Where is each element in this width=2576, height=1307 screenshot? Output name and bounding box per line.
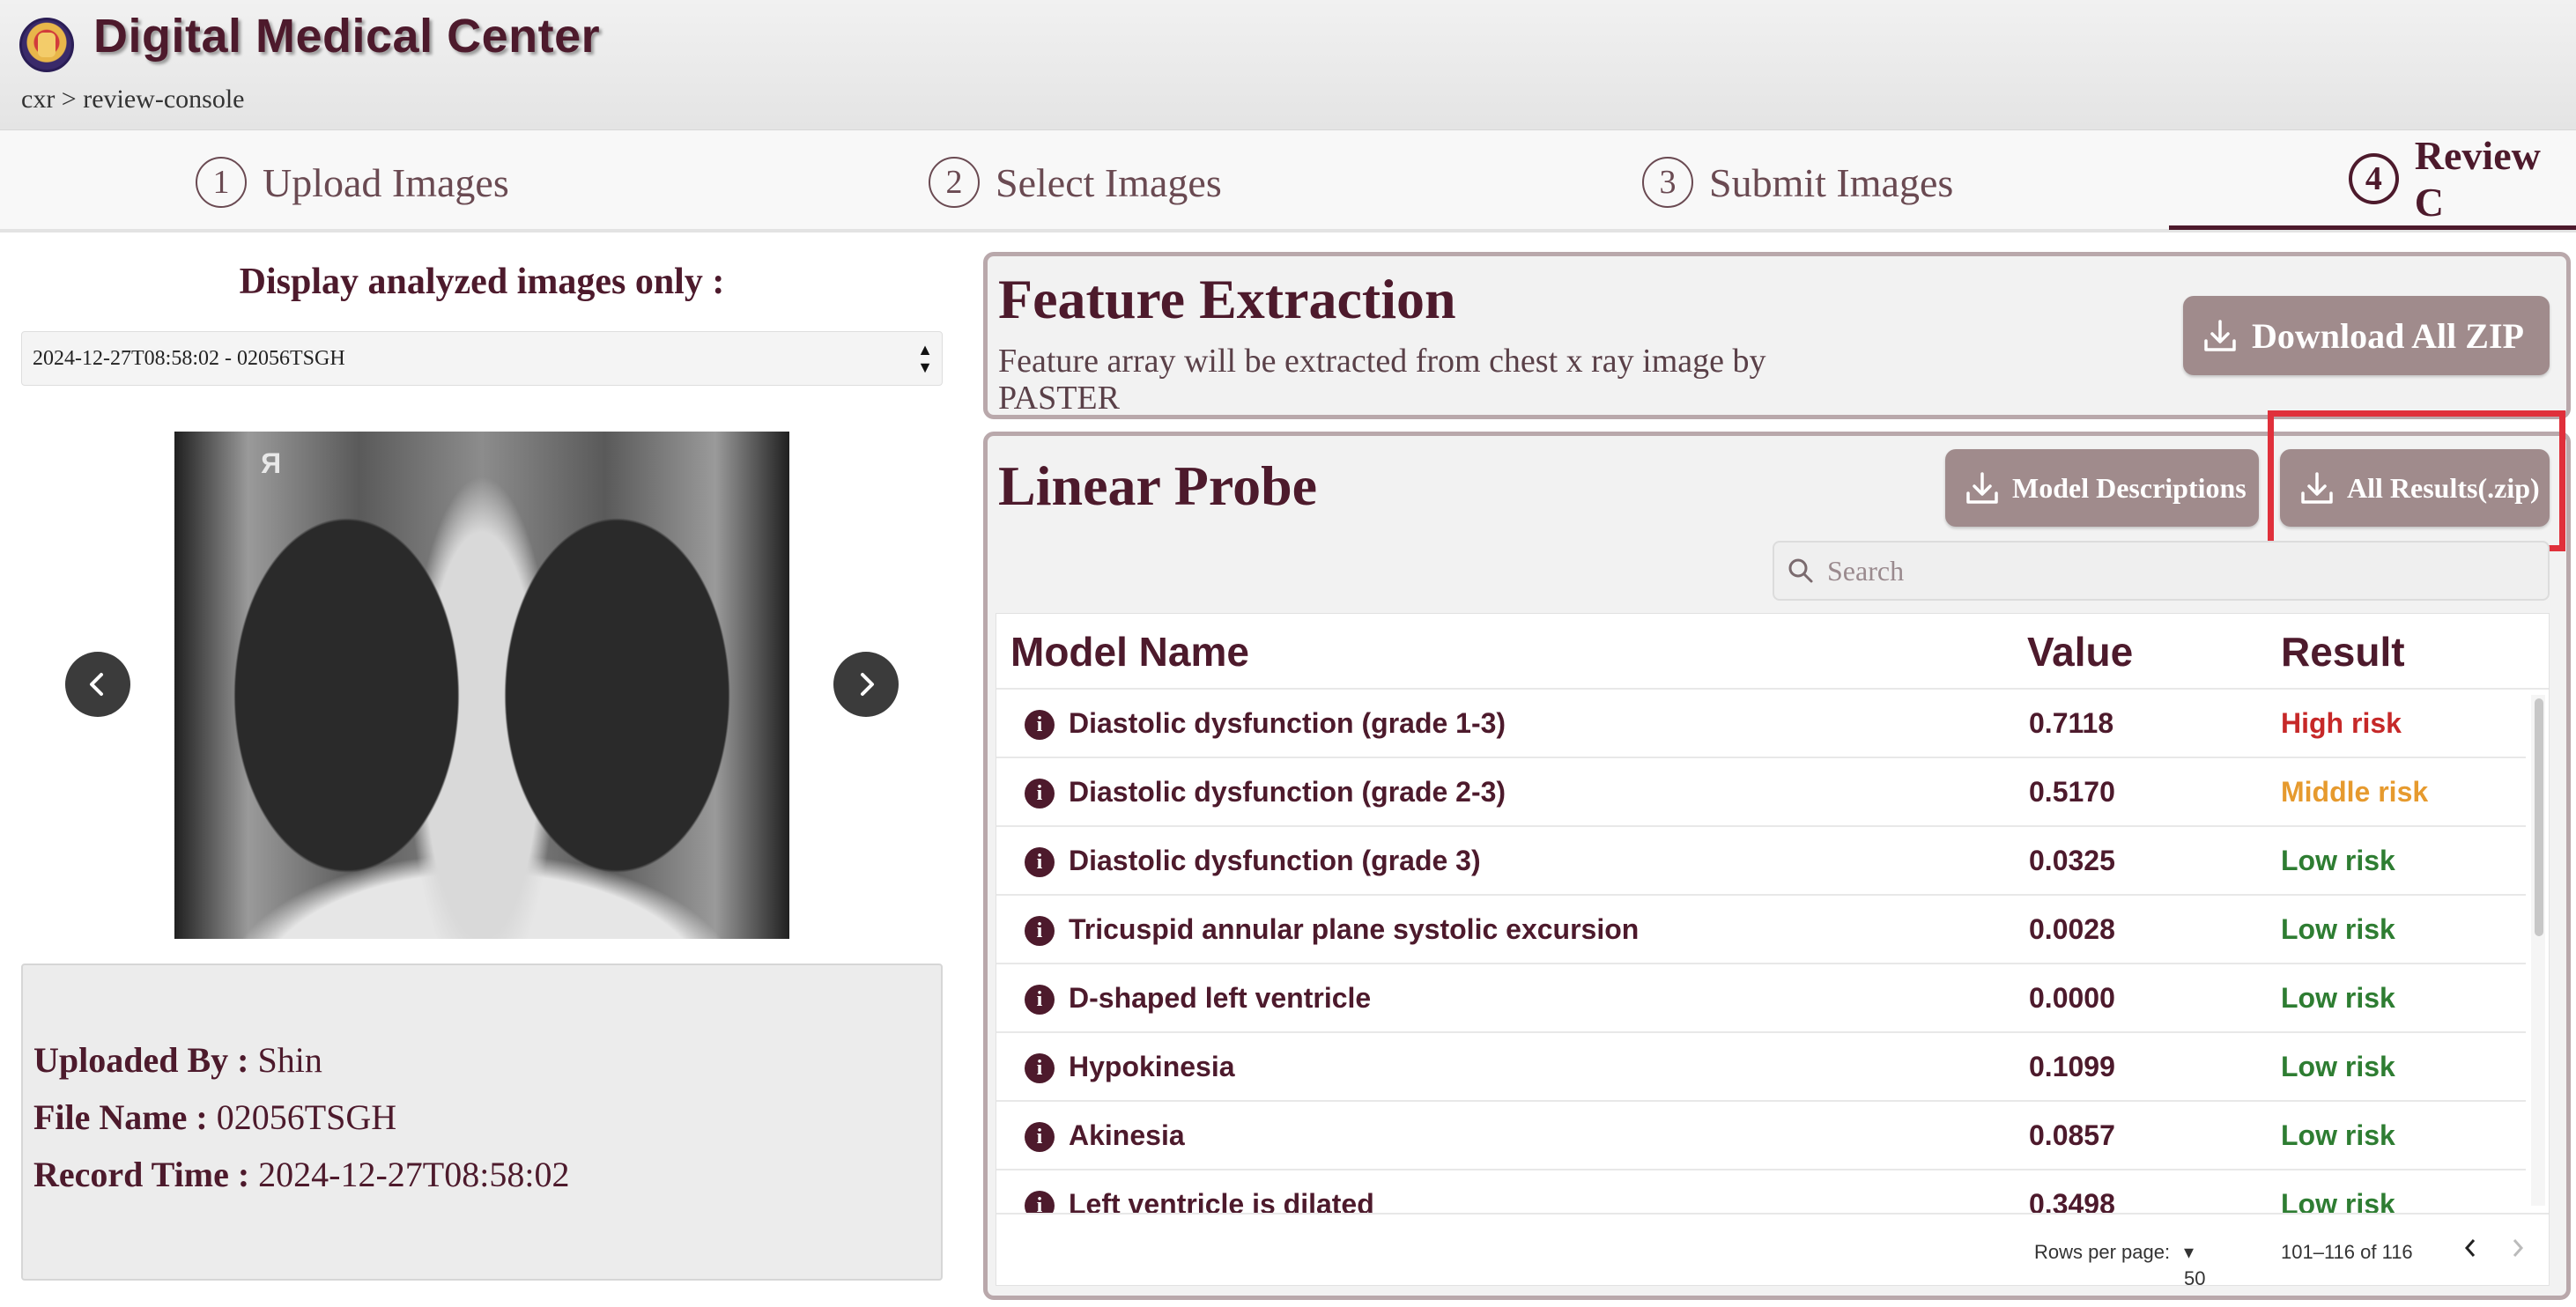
record-time-row: Record Time : 2024-12-27T08:58:02 — [33, 1155, 570, 1194]
model-value: 0.5170 — [2029, 776, 2115, 808]
search-field[interactable]: Search — [1773, 541, 2550, 601]
search-placeholder: Search — [1827, 554, 1905, 587]
model-result: Low risk — [2281, 1119, 2395, 1151]
chevron-right-icon — [861, 673, 874, 696]
table-header: Model Name Value Result — [996, 614, 2549, 690]
model-result: Low risk — [2281, 845, 2395, 876]
step-review-console[interactable]: 4 Review C — [2349, 133, 2576, 225]
pagination-range: 101–116 of 116 — [2281, 1241, 2413, 1263]
model-value: 0.0000 — [2029, 982, 2115, 1014]
active-step-indicator — [2169, 225, 2576, 230]
table-row[interactable]: i Diastolic dysfunction (grade 3) 0.0325… — [996, 827, 2526, 896]
chevron-left-icon — [90, 673, 103, 696]
info-icon[interactable]: i — [1025, 779, 1055, 809]
stepper: 1 Upload Images 2 Select Images 3 Submit… — [0, 130, 2576, 233]
info-icon[interactable]: i — [1025, 916, 1055, 946]
model-result: High risk — [2281, 707, 2402, 739]
column-model-name[interactable]: Model Name — [1010, 628, 1249, 676]
model-value: 0.1099 — [2029, 1051, 2115, 1082]
step-select-images[interactable]: 2 Select Images — [929, 151, 1222, 213]
table-row[interactable]: i Tricuspid annular plane systolic excur… — [996, 896, 2526, 964]
download-all-zip-button[interactable]: Download All ZIP — [2183, 296, 2550, 375]
linear-probe-title: Linear Probe — [998, 454, 1318, 517]
table-pagination: Rows per page: 50 ▾ 101–116 of 116 — [996, 1213, 2549, 1285]
download-icon — [1966, 472, 1998, 504]
table-row[interactable]: i Diastolic dysfunction (grade 1-3) 0.71… — [996, 690, 2526, 758]
model-name: Akinesia — [1069, 1119, 1185, 1151]
select-arrows-icon: ▲ ▼ — [917, 341, 933, 376]
table-scrollbar-thumb[interactable] — [2535, 698, 2543, 936]
step-label: Submit Images — [1709, 159, 1954, 205]
model-name: Diastolic dysfunction (grade 2-3) — [1069, 776, 1506, 808]
xray-side-marker: R — [261, 447, 282, 479]
next-image-button[interactable] — [833, 652, 899, 717]
all-results-zip-button[interactable]: All Results(.zip) — [2280, 449, 2550, 527]
chevron-left-icon — [2464, 1239, 2476, 1257]
column-value[interactable]: Value — [2027, 628, 2133, 676]
table-row[interactable]: i Hypokinesia 0.1099 Low risk — [996, 1033, 2526, 1102]
file-name-row: File Name : 02056TSGH — [33, 1097, 397, 1137]
feature-extraction-description: Feature array will be extracted from che… — [998, 343, 1766, 417]
model-value: 0.7118 — [2029, 707, 2114, 739]
step-number: 1 — [196, 157, 247, 208]
info-icon[interactable]: i — [1025, 1053, 1055, 1083]
model-result: Middle risk — [2281, 776, 2429, 808]
app-header: Digital Medical Center cxr > review-cons… — [0, 0, 2576, 130]
next-page-button[interactable] — [2508, 1236, 2528, 1266]
model-result: Low risk — [2281, 913, 2395, 945]
record-select-value: 2024-12-27T08:58:02 - 02056TSGH — [33, 346, 345, 370]
feature-extraction-title: Feature Extraction — [998, 268, 1456, 330]
step-label: Select Images — [996, 159, 1222, 205]
info-icon[interactable]: i — [1025, 710, 1055, 740]
chevron-right-icon — [2513, 1239, 2524, 1257]
step-number: 4 — [2349, 153, 2399, 204]
table-row[interactable]: i Diastolic dysfunction (grade 2-3) 0.51… — [996, 758, 2526, 827]
download-icon — [2204, 320, 2236, 351]
model-name: Tricuspid annular plane systolic excursi… — [1069, 913, 1640, 945]
step-label: Review C — [2414, 133, 2541, 225]
table-row[interactable]: i Akinesia 0.0857 Low risk — [996, 1102, 2526, 1170]
search-icon — [1788, 558, 1813, 583]
step-number: 2 — [929, 157, 980, 208]
column-result[interactable]: Result — [2281, 628, 2405, 676]
model-value: 0.0857 — [2029, 1119, 2115, 1151]
previous-page-button[interactable] — [2461, 1236, 2480, 1266]
model-name: Hypokinesia — [1069, 1051, 1235, 1082]
record-info-panel: Uploaded By : Shin File Name : 02056TSGH… — [21, 964, 943, 1281]
uploaded-by-row: Uploaded By : Shin — [33, 1040, 322, 1080]
download-icon — [2301, 472, 2333, 504]
model-result: Low risk — [2281, 1051, 2395, 1082]
step-number: 3 — [1642, 157, 1693, 208]
rows-per-page-select[interactable]: 50 ▾ — [2184, 1241, 2205, 1285]
step-label: Upload Images — [263, 159, 509, 205]
rows-per-page-label: Rows per page: — [2034, 1241, 2171, 1263]
model-name: Diastolic dysfunction (grade 1-3) — [1069, 707, 1506, 739]
filter-label: Display analyzed images only : — [239, 262, 725, 302]
model-value: 0.0325 — [2029, 845, 2115, 876]
breadcrumb: cxr > review-console — [21, 85, 245, 114]
results-table: Model Name Value Result i Diastolic dysf… — [996, 613, 2550, 1286]
chest-xray-image: R — [174, 432, 789, 939]
previous-image-button[interactable] — [65, 652, 130, 717]
info-icon[interactable]: i — [1025, 847, 1055, 877]
model-result: Low risk — [2281, 982, 2395, 1014]
step-submit-images[interactable]: 3 Submit Images — [1642, 151, 1953, 213]
app-title: Digital Medical Center — [93, 10, 601, 63]
record-select[interactable]: 2024-12-27T08:58:02 - 02056TSGH ▲ ▼ — [21, 331, 943, 386]
info-icon[interactable]: i — [1025, 1122, 1055, 1152]
step-upload-images[interactable]: 1 Upload Images — [196, 151, 509, 213]
model-value: 0.0028 — [2029, 913, 2115, 945]
logo-icon — [19, 18, 74, 72]
table-row[interactable]: i D-shaped left ventricle 0.0000 Low ris… — [996, 964, 2526, 1033]
info-icon[interactable]: i — [1025, 985, 1055, 1015]
model-descriptions-button[interactable]: Model Descriptions — [1945, 449, 2259, 527]
model-name: D-shaped left ventricle — [1069, 982, 1372, 1014]
model-name: Diastolic dysfunction (grade 3) — [1069, 845, 1481, 876]
